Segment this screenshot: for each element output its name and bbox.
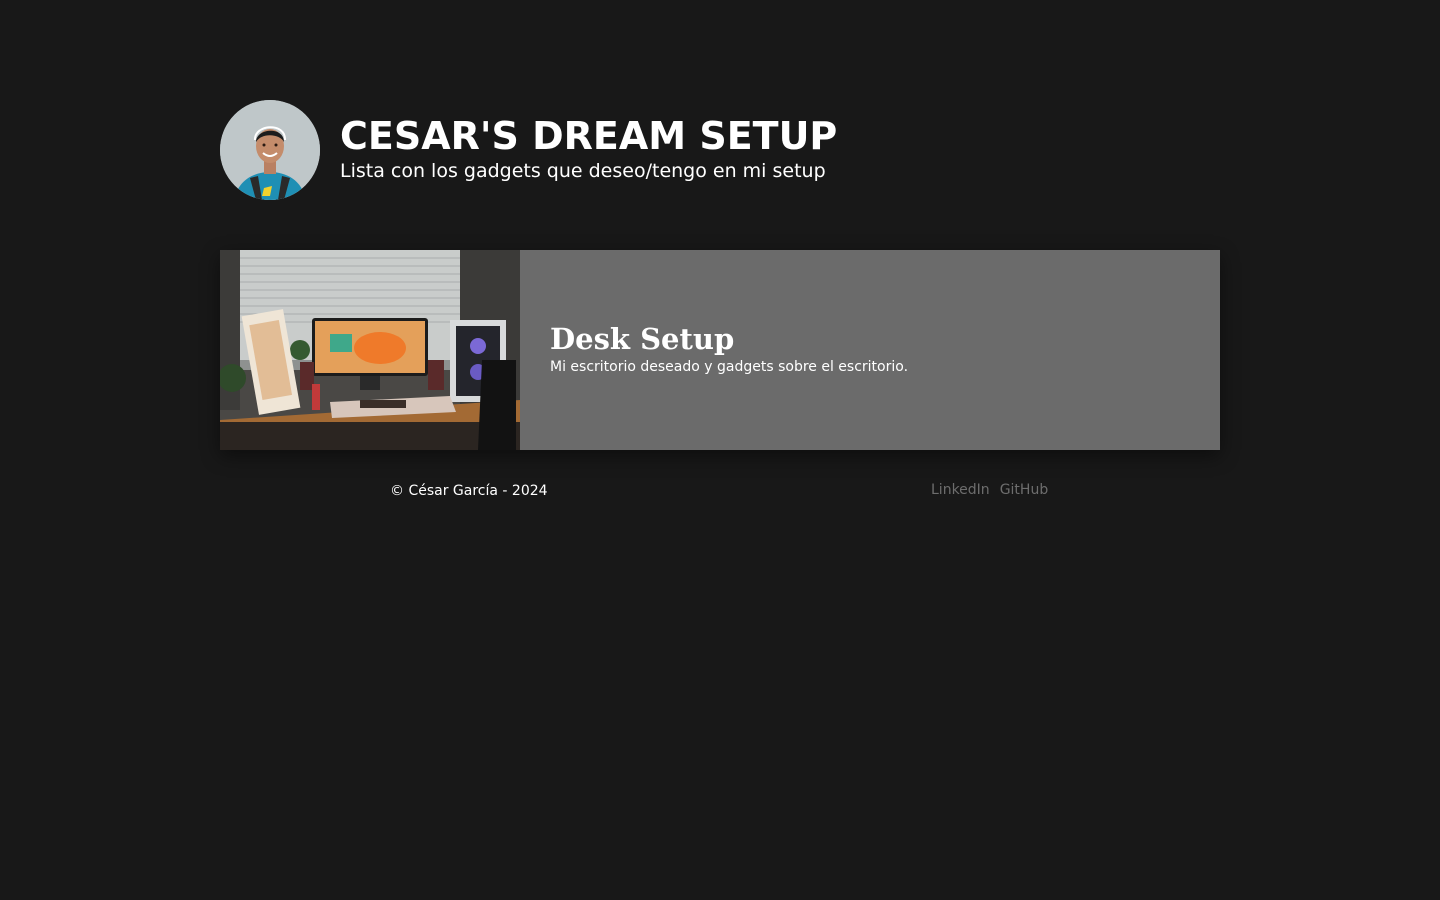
- page: CESAR'S DREAM SETUP Lista con los gadget…: [0, 0, 1440, 900]
- card-title: Desk Setup: [550, 322, 735, 356]
- footer-copyright: © César García - 2024: [390, 483, 548, 499]
- card-description: Mi escritorio deseado y gadgets sobre el…: [550, 359, 909, 375]
- desk-setup-card[interactable]: Desk Setup Mi escritorio deseado y gadge…: [220, 250, 1220, 450]
- avatar: [220, 100, 320, 200]
- site-subtitle: Lista con los gadgets que deseo/tengo en…: [340, 160, 826, 182]
- card-body: Desk Setup Mi escritorio deseado y gadge…: [520, 250, 908, 450]
- profile-photo-icon: [220, 100, 320, 200]
- desk-setup-photo-icon: [220, 250, 520, 450]
- card-image: [220, 250, 520, 450]
- footer-links: LinkedIn GitHub: [931, 480, 1048, 500]
- site-header: CESAR'S DREAM SETUP Lista con los gadget…: [220, 100, 837, 200]
- header-text: CESAR'S DREAM SETUP Lista con los gadget…: [340, 114, 837, 184]
- site-title: CESAR'S DREAM SETUP: [340, 114, 838, 158]
- linkedin-link[interactable]: LinkedIn: [931, 480, 990, 500]
- github-link[interactable]: GitHub: [1000, 480, 1049, 500]
